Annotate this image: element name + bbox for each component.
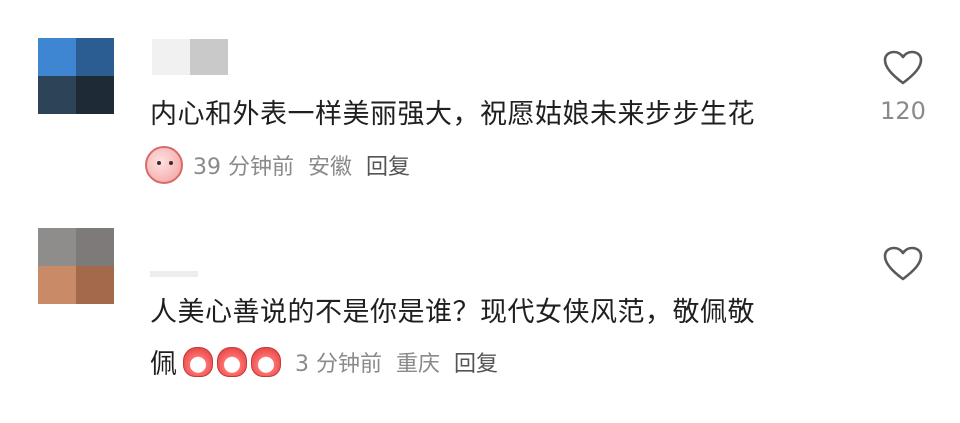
comment-text-line-1: 人美心善说的不是你是谁？现代女侠风范，敬佩敬 xyxy=(150,297,755,328)
thumbs-up-icon xyxy=(251,346,281,377)
comment-item: 内心和外表一样美丽强大，祝愿姑娘未来步步生花 39 分钟前 安徽 回复 120 xyxy=(0,0,960,210)
pink-face-sticker-icon xyxy=(145,146,183,184)
reply-button[interactable]: 回复 xyxy=(366,149,410,181)
comment-time: 39 分钟前 xyxy=(193,155,294,180)
emoji-row xyxy=(183,346,285,377)
username-blurred[interactable] xyxy=(152,39,228,75)
comment-meta: 佩 3 分钟前 重庆 回复 xyxy=(150,342,512,381)
comment-meta: 39 分钟前 安徽 回复 xyxy=(145,146,424,184)
comment-time: 3 分钟前 xyxy=(295,351,382,377)
avatar[interactable] xyxy=(38,38,114,114)
heart-icon[interactable] xyxy=(883,50,923,86)
thumbs-up-icon xyxy=(217,346,247,377)
comment-location: 安徽 xyxy=(308,155,353,180)
comment-location: 重庆 xyxy=(396,351,441,377)
comment-text-line-2: 佩 xyxy=(150,349,177,380)
avatar[interactable] xyxy=(38,228,114,304)
like-count: 120 xyxy=(880,97,926,125)
reply-button[interactable]: 回复 xyxy=(454,346,498,378)
heart-icon[interactable] xyxy=(883,246,923,282)
thumbs-up-icon xyxy=(183,346,213,377)
username-blurred[interactable] xyxy=(150,271,198,277)
comment-item: 人美心善说的不是你是谁？现代女侠风范，敬佩敬 佩 3 分钟前 重庆 回复 xyxy=(0,210,960,423)
comment-text: 内心和外表一样美丽强大，祝愿姑娘未来步步生花 xyxy=(150,99,755,130)
